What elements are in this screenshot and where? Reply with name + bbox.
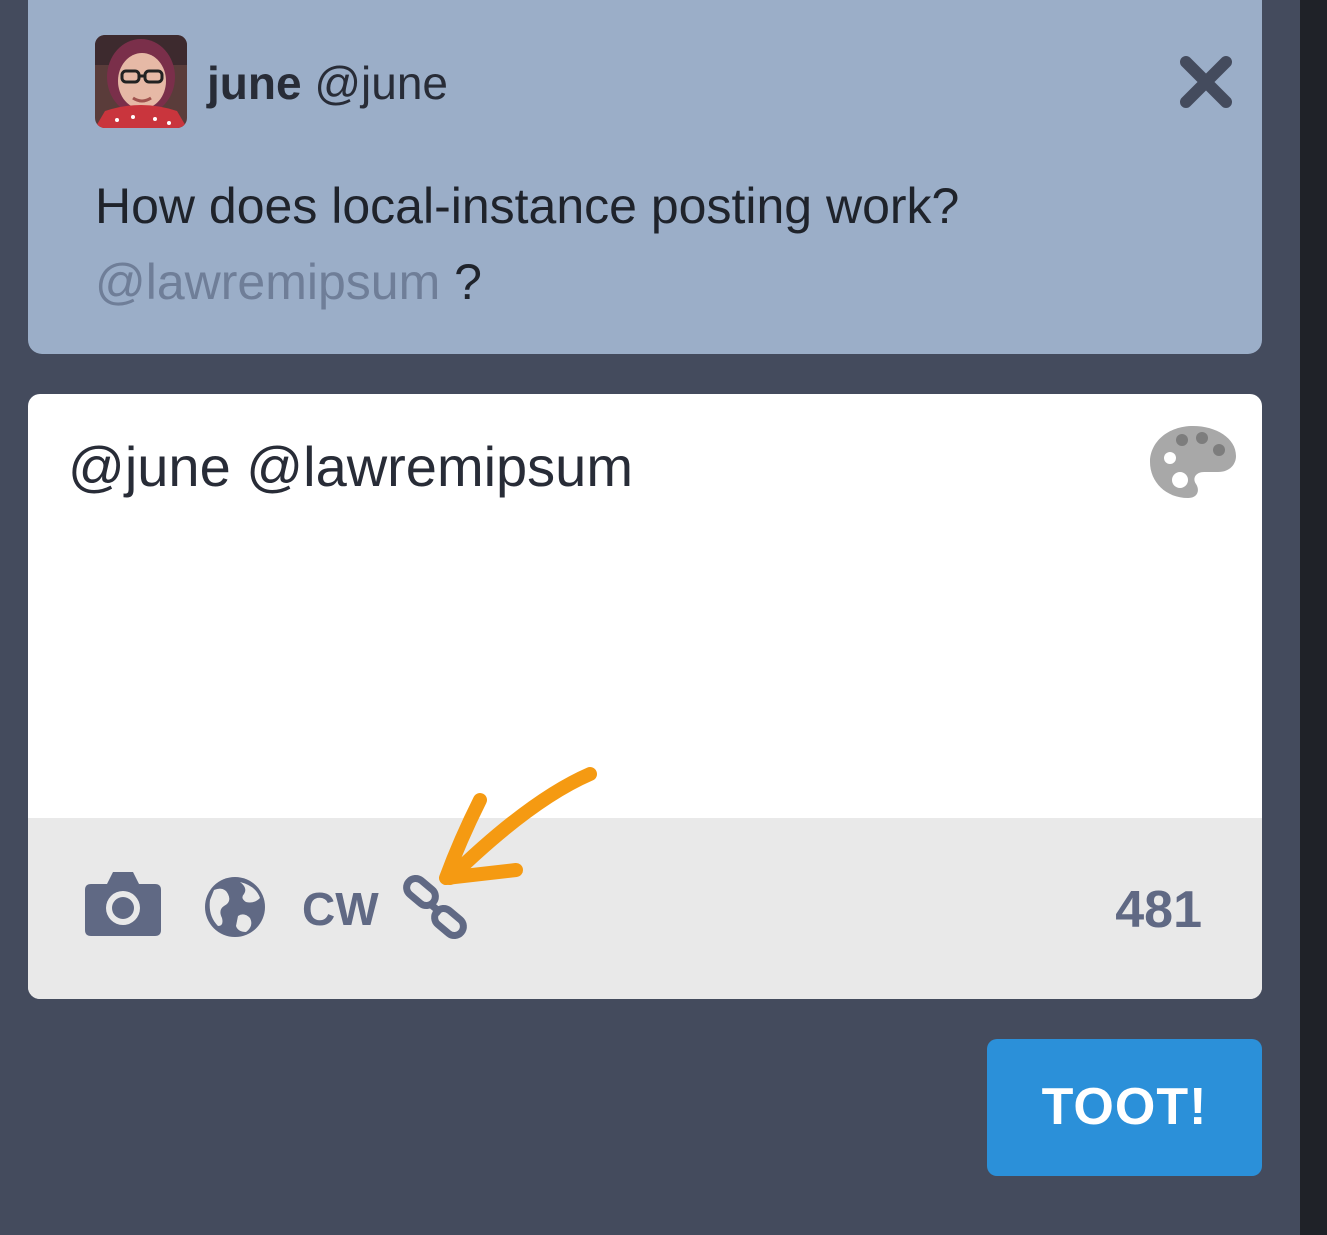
toot-button[interactable]: TOOT! — [987, 1039, 1262, 1176]
reply-username: @june — [314, 57, 449, 109]
reply-content: How does local-instance posting work? @l… — [95, 168, 1245, 320]
reply-trailing: ? — [440, 254, 482, 310]
column-divider — [1300, 0, 1327, 1235]
compose-toolbar: CW 481 — [28, 818, 1262, 999]
camera-icon[interactable] — [85, 870, 161, 936]
reply-text: How does local-instance posting work? — [95, 178, 960, 234]
character-counter: 481 — [1115, 881, 1202, 939]
reply-author[interactable]: june @june — [207, 56, 448, 110]
compose-box: @june @lawremipsum CW 481 — [28, 394, 1262, 999]
reply-indicator: june @june How does local-instance posti… — [28, 0, 1262, 354]
reply-mention[interactable]: @lawremipsum — [95, 254, 440, 310]
reply-display-name: june — [207, 57, 302, 109]
compose-textarea[interactable]: @june @lawremipsum — [68, 434, 633, 499]
content-warning-button[interactable]: CW — [302, 882, 379, 936]
avatar — [95, 35, 187, 128]
close-icon[interactable] — [1178, 54, 1234, 110]
globe-icon[interactable] — [204, 876, 266, 938]
palette-icon[interactable] — [1148, 424, 1238, 500]
link-icon[interactable] — [401, 873, 471, 943]
